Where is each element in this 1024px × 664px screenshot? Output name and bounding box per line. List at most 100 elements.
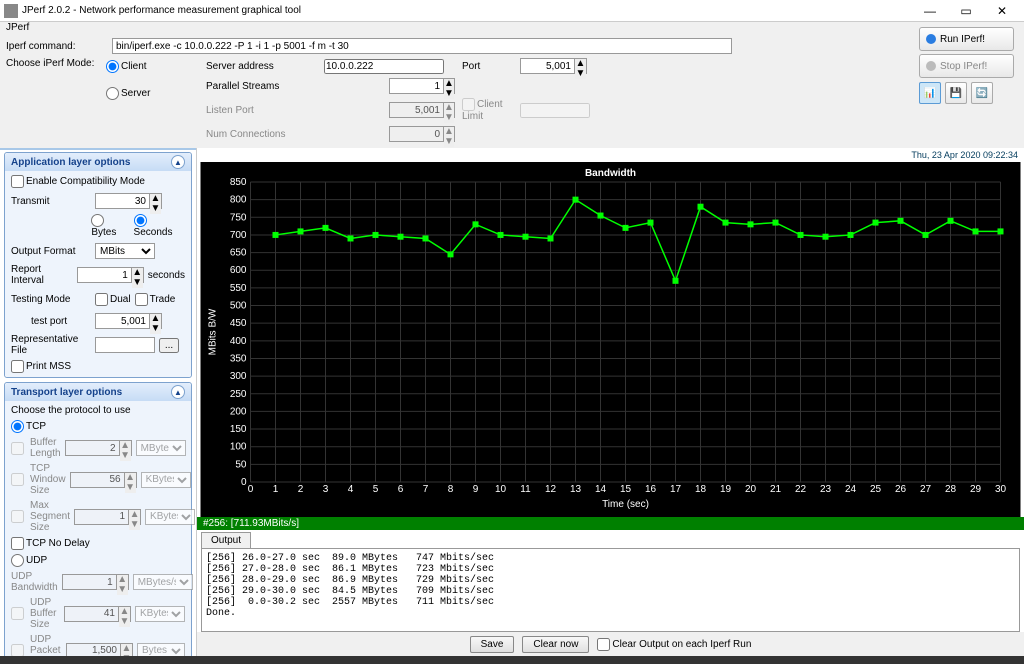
svg-text:20: 20: [745, 484, 757, 495]
server-address-label: Server address: [206, 61, 316, 72]
udp-radio[interactable]: UDP: [11, 554, 185, 567]
svg-text:3: 3: [323, 484, 329, 495]
repint-label: Report Interval: [11, 264, 73, 286]
svg-text:9: 9: [473, 484, 479, 495]
svg-text:21: 21: [770, 484, 782, 495]
svg-text:25: 25: [870, 484, 882, 495]
svg-text:400: 400: [230, 336, 247, 347]
svg-text:2: 2: [298, 484, 304, 495]
svg-text:24: 24: [845, 484, 857, 495]
server-radio[interactable]: Server: [106, 87, 206, 100]
svg-text:16: 16: [645, 484, 657, 495]
parallel-label: Parallel Streams: [206, 81, 316, 92]
transmit-spinner[interactable]: ▲▼: [95, 193, 162, 209]
svg-text:1: 1: [273, 484, 279, 495]
svg-text:50: 50: [235, 459, 247, 470]
choose-proto-label: Choose the protocol to use: [11, 405, 185, 416]
port-spinner[interactable]: ▲▼: [520, 58, 600, 74]
output-text[interactable]: [256] 26.0-27.0 sec 89.0 MBytes 747 Mbit…: [201, 548, 1020, 632]
svg-text:Bandwidth: Bandwidth: [585, 168, 636, 179]
repfile-label: Representative File: [11, 334, 91, 356]
close-button[interactable]: ✕: [984, 1, 1020, 21]
server-address-input[interactable]: [324, 59, 444, 74]
svg-text:13: 13: [570, 484, 582, 495]
trans-title: Transport layer options: [11, 387, 122, 398]
listen-port-spinner: ▲▼: [389, 102, 454, 118]
svg-text:Time (sec): Time (sec): [602, 499, 649, 510]
svg-text:300: 300: [230, 371, 247, 382]
outfmt-select[interactable]: MBits: [95, 243, 155, 259]
svg-text:MBits B/W: MBits B/W: [208, 308, 219, 355]
app-layer-panel: Application layer options ▲ Enable Compat…: [4, 152, 192, 378]
client-limit-input: [520, 103, 590, 118]
listen-port-label: Listen Port: [206, 105, 316, 116]
svg-text:100: 100: [230, 442, 247, 453]
svg-text:28: 28: [945, 484, 957, 495]
svg-text:17: 17: [670, 484, 682, 495]
run-iperf-button[interactable]: Run IPerf!: [919, 27, 1014, 51]
bytes-radio[interactable]: Bytes: [91, 214, 129, 238]
svg-text:600: 600: [230, 265, 247, 276]
svg-text:150: 150: [230, 424, 247, 435]
numconn-spinner: ▲▼: [389, 126, 454, 142]
transmit-label: Transmit: [11, 196, 91, 207]
numconn-label: Num Connections: [206, 129, 316, 140]
save-icon[interactable]: 💾: [945, 82, 967, 104]
app-layer-title: Application layer options: [11, 157, 130, 168]
svg-text:0: 0: [241, 477, 247, 488]
testport-label: test port: [11, 316, 91, 327]
svg-text:7: 7: [423, 484, 429, 495]
output-header: #256: [711.93MBits/s]: [197, 517, 1024, 530]
svg-text:14: 14: [595, 484, 607, 495]
compat-check[interactable]: Enable Compatibility Mode: [11, 175, 185, 188]
svg-text:200: 200: [230, 406, 247, 417]
mode-label: Choose iPerf Mode:: [6, 58, 106, 142]
seconds-radio[interactable]: Seconds: [134, 214, 185, 238]
svg-text:18: 18: [695, 484, 707, 495]
minimize-button[interactable]: —: [912, 1, 948, 21]
collapse-icon[interactable]: ▲: [171, 385, 185, 399]
taskbar: [0, 656, 1024, 664]
testport-spinner[interactable]: ▲▼: [95, 313, 162, 329]
svg-text:850: 850: [230, 177, 247, 188]
maximize-button[interactable]: ▭: [948, 1, 984, 21]
save-button[interactable]: Save: [470, 636, 515, 653]
port-label: Port: [462, 61, 512, 72]
svg-text:550: 550: [230, 283, 247, 294]
timestamp: Thu, 23 Apr 2020 09:22:34: [197, 148, 1024, 162]
svg-text:12: 12: [545, 484, 557, 495]
svg-text:27: 27: [920, 484, 932, 495]
client-limit-check: Client Limit: [462, 98, 512, 122]
collapse-icon[interactable]: ▲: [171, 155, 185, 169]
outfmt-label: Output Format: [11, 246, 91, 257]
parallel-spinner[interactable]: ▲▼: [389, 78, 454, 94]
svg-text:450: 450: [230, 318, 247, 329]
svg-text:0: 0: [248, 484, 254, 495]
svg-text:11: 11: [520, 484, 531, 495]
svg-text:5: 5: [373, 484, 379, 495]
svg-text:22: 22: [795, 484, 807, 495]
svg-text:800: 800: [230, 195, 247, 206]
bandwidth-chart: Bandwidth0501001502002503003504004505005…: [197, 162, 1024, 517]
repfile-input[interactable]: [95, 337, 155, 353]
dual-check[interactable]: Dual: [95, 293, 131, 306]
clear-button[interactable]: Clear now: [522, 636, 589, 653]
refresh-icon[interactable]: 🔄: [971, 82, 993, 104]
nodelay-check[interactable]: TCP No Delay: [11, 537, 185, 550]
trade-check[interactable]: Trade: [135, 293, 176, 306]
printmss-check[interactable]: Print MSS: [11, 360, 185, 373]
svg-text:23: 23: [820, 484, 832, 495]
tcp-radio[interactable]: TCP: [11, 420, 185, 433]
repint-spinner[interactable]: ▲▼: [77, 267, 144, 283]
svg-text:15: 15: [620, 484, 632, 495]
svg-text:700: 700: [230, 230, 247, 241]
svg-text:500: 500: [230, 301, 247, 312]
svg-text:650: 650: [230, 248, 247, 259]
client-radio[interactable]: Client: [106, 60, 206, 73]
clear-each-check[interactable]: Clear Output on each Iperf Run: [597, 638, 751, 651]
iperf-command-label: Iperf command:: [6, 41, 106, 52]
output-tab: Output: [201, 532, 251, 548]
iperf-command-input[interactable]: [112, 38, 732, 54]
browse-button[interactable]: ...: [159, 338, 179, 353]
chart-view-icon[interactable]: 📊: [919, 82, 941, 104]
